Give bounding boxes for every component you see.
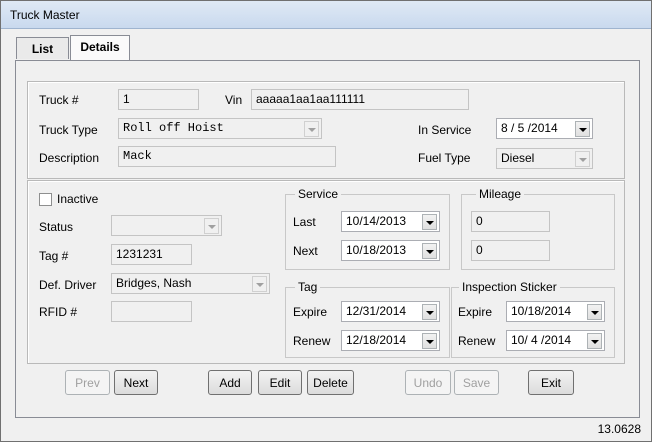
truck-type-value: Roll off Hoist (123, 121, 224, 135)
add-button[interactable]: Add (208, 370, 252, 395)
chevron-down-icon[interactable] (422, 243, 437, 259)
chevron-down-icon[interactable] (575, 121, 590, 137)
exit-button[interactable]: Exit (528, 370, 574, 395)
truck-no-label: Truck # (39, 93, 79, 107)
description-label: Description (39, 151, 100, 165)
truck-type-select[interactable]: Roll off Hoist (118, 118, 322, 139)
title-bar: Truck Master (1, 1, 651, 29)
version-label: 13.0628 (597, 422, 641, 436)
status-select[interactable] (111, 215, 222, 236)
inspection-expire-value: 10/18/2014 (511, 304, 572, 318)
inspection-expire-label: Expire (458, 305, 493, 319)
mileage-group-title: Mileage (476, 187, 525, 201)
status-label: Status (39, 220, 74, 234)
service-next-date-picker[interactable]: 10/18/2013 (341, 240, 440, 261)
tag-renew-date-picker[interactable]: 12/18/2014 (341, 330, 440, 351)
details-panel: Truck # 1 Vin aaaaa1aa1aa111111 Truck Ty… (15, 60, 640, 418)
inspection-renew-label: Renew (458, 334, 496, 348)
service-group-title: Service (295, 187, 342, 201)
tag-renew-label: Renew (293, 334, 331, 348)
vin-field[interactable]: aaaaa1aa1aa111111 (251, 89, 469, 110)
chevron-down-icon[interactable] (587, 304, 602, 320)
tag-no-label: Tag # (39, 249, 69, 263)
chevron-down-icon[interactable] (252, 276, 267, 292)
rfid-field[interactable] (111, 301, 192, 322)
mileage-field-2[interactable]: 0 (471, 240, 550, 261)
description-field[interactable]: Mack (118, 146, 336, 167)
tag-expire-date-picker[interactable]: 12/31/2014 (341, 301, 440, 322)
chevron-down-icon[interactable] (304, 121, 319, 137)
tag-renew-value: 12/18/2014 (346, 333, 407, 347)
inactive-checkbox[interactable] (39, 193, 52, 206)
chevron-down-icon[interactable] (575, 151, 590, 167)
inspection-expire-date-picker[interactable]: 10/18/2014 (506, 301, 605, 322)
fuel-type-label: Fuel Type (418, 151, 471, 165)
inspection-renew-date-picker[interactable]: 10/ 4 /2014 (506, 330, 605, 351)
save-button[interactable]: Save (454, 370, 499, 395)
in-service-label: In Service (418, 123, 472, 137)
default-driver-select[interactable]: Bridges, Nash (111, 273, 270, 294)
undo-button[interactable]: Undo (405, 370, 451, 395)
edit-button[interactable]: Edit (258, 370, 302, 395)
chevron-down-icon[interactable] (422, 304, 437, 320)
chevron-down-icon[interactable] (204, 218, 219, 234)
chevron-down-icon[interactable] (587, 333, 602, 349)
vin-label: Vin (225, 93, 243, 107)
truck-no-field[interactable]: 1 (118, 89, 199, 110)
service-last-label: Last (293, 215, 316, 229)
inspection-renew-value: 10/ 4 /2014 (511, 333, 572, 347)
tag-group-title: Tag (295, 280, 321, 294)
tag-no-field[interactable]: 1231231 (111, 244, 192, 265)
fuel-type-select[interactable]: Diesel (496, 148, 593, 169)
delete-button[interactable]: Delete (307, 370, 354, 395)
prev-button[interactable]: Prev (65, 370, 110, 395)
chevron-down-icon[interactable] (422, 214, 437, 230)
window-title: Truck Master (10, 8, 80, 22)
rfid-label: RFID # (39, 305, 78, 319)
default-driver-label: Def. Driver (39, 278, 97, 292)
fuel-type-value: Diesel (501, 151, 535, 165)
service-last-date-picker[interactable]: 10/14/2013 (341, 211, 440, 232)
mileage-field-1[interactable]: 0 (471, 211, 550, 232)
service-next-value: 10/18/2013 (346, 243, 407, 257)
truck-master-window: Truck Master List Details Truck # 1 Vin … (0, 0, 652, 442)
inspection-group-title: Inspection Sticker (459, 280, 560, 294)
inactive-label: Inactive (57, 192, 99, 206)
chevron-down-icon[interactable] (422, 333, 437, 349)
truck-type-label: Truck Type (39, 123, 98, 137)
next-button[interactable]: Next (114, 370, 158, 395)
default-driver-value: Bridges, Nash (116, 276, 192, 290)
service-last-value: 10/14/2013 (346, 214, 407, 228)
tag-expire-label: Expire (293, 305, 328, 319)
tag-expire-value: 12/31/2014 (346, 304, 407, 318)
in-service-date-picker[interactable]: 8 / 5 /2014 (496, 118, 593, 139)
tab-details[interactable]: Details (70, 35, 130, 60)
in-service-value: 8 / 5 /2014 (501, 121, 558, 135)
tab-list[interactable]: List (16, 37, 69, 59)
service-next-label: Next (293, 244, 318, 258)
